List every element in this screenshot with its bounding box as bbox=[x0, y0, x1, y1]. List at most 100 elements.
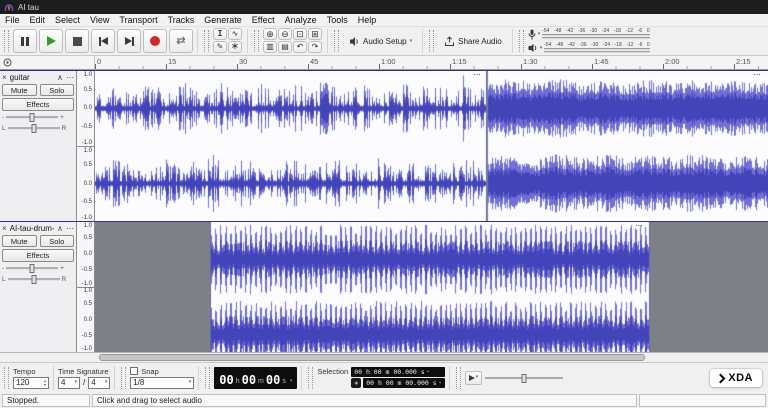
audio-position-display[interactable]: 00h 00m 00s ▾ bbox=[214, 367, 297, 389]
skip-to-end-button[interactable] bbox=[117, 29, 141, 53]
waveform-guitar-right[interactable] bbox=[95, 146, 768, 221]
gain-plus-label: + bbox=[60, 114, 64, 121]
envelope-tool-button[interactable]: ∿ bbox=[228, 28, 242, 40]
menu-item-edit[interactable]: Edit bbox=[25, 15, 51, 25]
tools-toolbar-grip[interactable] bbox=[204, 30, 209, 52]
mute-button[interactable]: Mute bbox=[2, 84, 37, 96]
menu-item-transport[interactable]: Transport bbox=[114, 15, 162, 25]
time-toolbar-grip[interactable] bbox=[4, 367, 9, 389]
recording-meter-bar-left bbox=[542, 34, 649, 36]
pan-slider[interactable] bbox=[8, 275, 60, 284]
multi-tool-button[interactable]: ∗ bbox=[228, 41, 242, 53]
recording-meter[interactable]: ▾ -54-48-42-36-30-24-18-12-60 bbox=[528, 28, 650, 41]
play-speed-grip[interactable] bbox=[456, 367, 461, 389]
snap-checkbox[interactable] bbox=[130, 367, 138, 375]
clip-menu-icon[interactable]: ⋯ bbox=[473, 71, 480, 79]
draw-tool-button[interactable]: ✎ bbox=[213, 41, 227, 53]
gain-slider-thumb[interactable] bbox=[30, 264, 35, 273]
chevron-down-icon[interactable]: ▾ bbox=[290, 379, 293, 384]
selection-start-field[interactable]: 00 h 00 m 00.000 s ▾ bbox=[351, 367, 444, 377]
tempo-input[interactable]: 120 ▴▾ bbox=[13, 377, 49, 389]
vertical-scale-guitar[interactable]: 1.00.50.0-0.5-1.01.00.50.0-0.5-1.0 bbox=[77, 71, 95, 221]
play-speed-slider-thumb[interactable] bbox=[522, 374, 527, 383]
track-name[interactable]: guitar bbox=[10, 73, 54, 82]
record-button[interactable] bbox=[143, 29, 167, 53]
mute-button[interactable]: Mute bbox=[2, 235, 37, 247]
track-name[interactable]: AI-tau-drum-d... bbox=[10, 224, 54, 233]
menu-item-select[interactable]: Select bbox=[50, 15, 85, 25]
time-display-grip[interactable] bbox=[205, 367, 210, 389]
snap-select[interactable]: 1/8 ▾ bbox=[130, 377, 194, 389]
menu-item-tools[interactable]: Tools bbox=[322, 15, 353, 25]
timeline-options-button[interactable] bbox=[3, 58, 12, 67]
share-audio-button[interactable]: Share Audio bbox=[438, 28, 508, 54]
selection-end-field[interactable]: 00 h 00 m 00.000 s ▾ bbox=[363, 378, 444, 388]
play-speed-slider[interactable] bbox=[485, 373, 563, 383]
effects-button[interactable]: Effects bbox=[2, 98, 74, 111]
audio-setup-grip[interactable] bbox=[334, 30, 339, 52]
menu-item-file[interactable]: File bbox=[0, 15, 25, 25]
menu-item-generate[interactable]: Generate bbox=[199, 15, 247, 25]
snap-toolbar-grip[interactable] bbox=[121, 367, 126, 389]
clip-menu-icon[interactable]: ⋯ bbox=[635, 222, 642, 230]
undo-button[interactable]: ↶ bbox=[293, 41, 307, 53]
gain-slider-thumb[interactable] bbox=[30, 113, 35, 122]
zoom-out-button[interactable]: ⊖ bbox=[278, 28, 292, 40]
vertical-scale-drums[interactable]: 1.00.50.0-0.5-1.01.00.50.0-0.5-1.0 bbox=[77, 222, 95, 352]
play-button[interactable] bbox=[39, 29, 63, 53]
collapse-track-icon[interactable]: ∧ bbox=[57, 74, 63, 82]
stop-button[interactable] bbox=[65, 29, 89, 53]
close-track-icon[interactable]: × bbox=[2, 74, 7, 82]
zoom-fit-button[interactable]: ⊞ bbox=[308, 28, 322, 40]
time-signature-numerator[interactable]: 4▾ bbox=[58, 377, 80, 389]
clip-menu-icon[interactable]: ⋯ bbox=[753, 71, 760, 79]
menu-item-tracks[interactable]: Tracks bbox=[163, 15, 200, 25]
edit-toolbar-grip[interactable] bbox=[254, 30, 259, 52]
waveform-drums-right[interactable] bbox=[95, 297, 768, 352]
skip-to-start-button[interactable] bbox=[91, 29, 115, 53]
solo-button[interactable]: Solo bbox=[40, 235, 75, 247]
horizontal-scrollbar-thumb[interactable] bbox=[99, 354, 645, 361]
solo-button[interactable]: Solo bbox=[40, 84, 75, 96]
pause-button[interactable] bbox=[13, 29, 37, 53]
bottom-toolbar: Tempo 120 ▴▾ Time Signature 4▾ / 4▾ bbox=[0, 362, 768, 392]
edit-toolbar: ⊕ ⊖ ⊡ ⊞ ▥ ▤ ↶ ↷ bbox=[263, 28, 323, 54]
draw-tool-icon: ✎ bbox=[217, 43, 224, 51]
collapse-track-icon[interactable]: ∧ bbox=[57, 225, 63, 233]
trim-audio-button[interactable]: ▥ bbox=[263, 41, 277, 53]
menu-item-effect[interactable]: Effect bbox=[247, 15, 280, 25]
selection-options-button[interactable]: ∗ bbox=[351, 378, 361, 388]
meter-toolbar-grip[interactable] bbox=[519, 30, 524, 52]
playback-meter[interactable]: ▾ -54-48-42-36-30-24-18-12-60 bbox=[528, 42, 650, 55]
selection-toolbar-grip[interactable] bbox=[308, 367, 313, 389]
redo-button[interactable]: ↷ bbox=[308, 41, 322, 53]
transport-toolbar-grip[interactable] bbox=[4, 30, 9, 52]
recording-meter-scale: -54-48-42-36-30-24-18-12-60 bbox=[542, 28, 649, 40]
close-track-icon[interactable]: × bbox=[2, 225, 7, 233]
time-signature-denominator[interactable]: 4▾ bbox=[88, 377, 110, 389]
effects-button[interactable]: Effects bbox=[2, 249, 74, 262]
menu-item-view[interactable]: View bbox=[85, 15, 114, 25]
timeline-ruler[interactable]: 01530451:001:151:301:452:002:15 bbox=[0, 56, 768, 70]
loop-button[interactable]: ⇄ bbox=[169, 29, 193, 53]
play-at-speed-button[interactable]: ▾ bbox=[465, 371, 483, 385]
tempo-spinner[interactable]: ▴▾ bbox=[44, 379, 46, 387]
menu-item-analyze[interactable]: Analyze bbox=[280, 15, 322, 25]
pan-slider-thumb[interactable] bbox=[31, 275, 36, 284]
track-menu-icon[interactable]: ⋯ bbox=[66, 74, 74, 82]
audio-setup-button[interactable]: Audio Setup ▾ bbox=[343, 28, 418, 54]
gain-slider[interactable] bbox=[6, 113, 58, 122]
horizontal-scrollbar[interactable] bbox=[0, 352, 768, 362]
track-menu-icon[interactable]: ⋯ bbox=[66, 225, 74, 233]
waveform-drums-left[interactable] bbox=[95, 222, 768, 297]
gain-slider[interactable] bbox=[6, 264, 58, 273]
zoom-in-button[interactable]: ⊕ bbox=[263, 28, 277, 40]
share-audio-grip[interactable] bbox=[429, 30, 434, 52]
zoom-selection-button[interactable]: ⊡ bbox=[293, 28, 307, 40]
silence-audio-button[interactable]: ▤ bbox=[278, 41, 292, 53]
selection-tool-button[interactable]: I bbox=[213, 28, 227, 40]
pan-slider-thumb[interactable] bbox=[31, 124, 36, 133]
menu-item-help[interactable]: Help bbox=[353, 15, 382, 25]
pan-slider[interactable] bbox=[8, 124, 60, 133]
waveform-guitar-left[interactable] bbox=[95, 71, 768, 146]
